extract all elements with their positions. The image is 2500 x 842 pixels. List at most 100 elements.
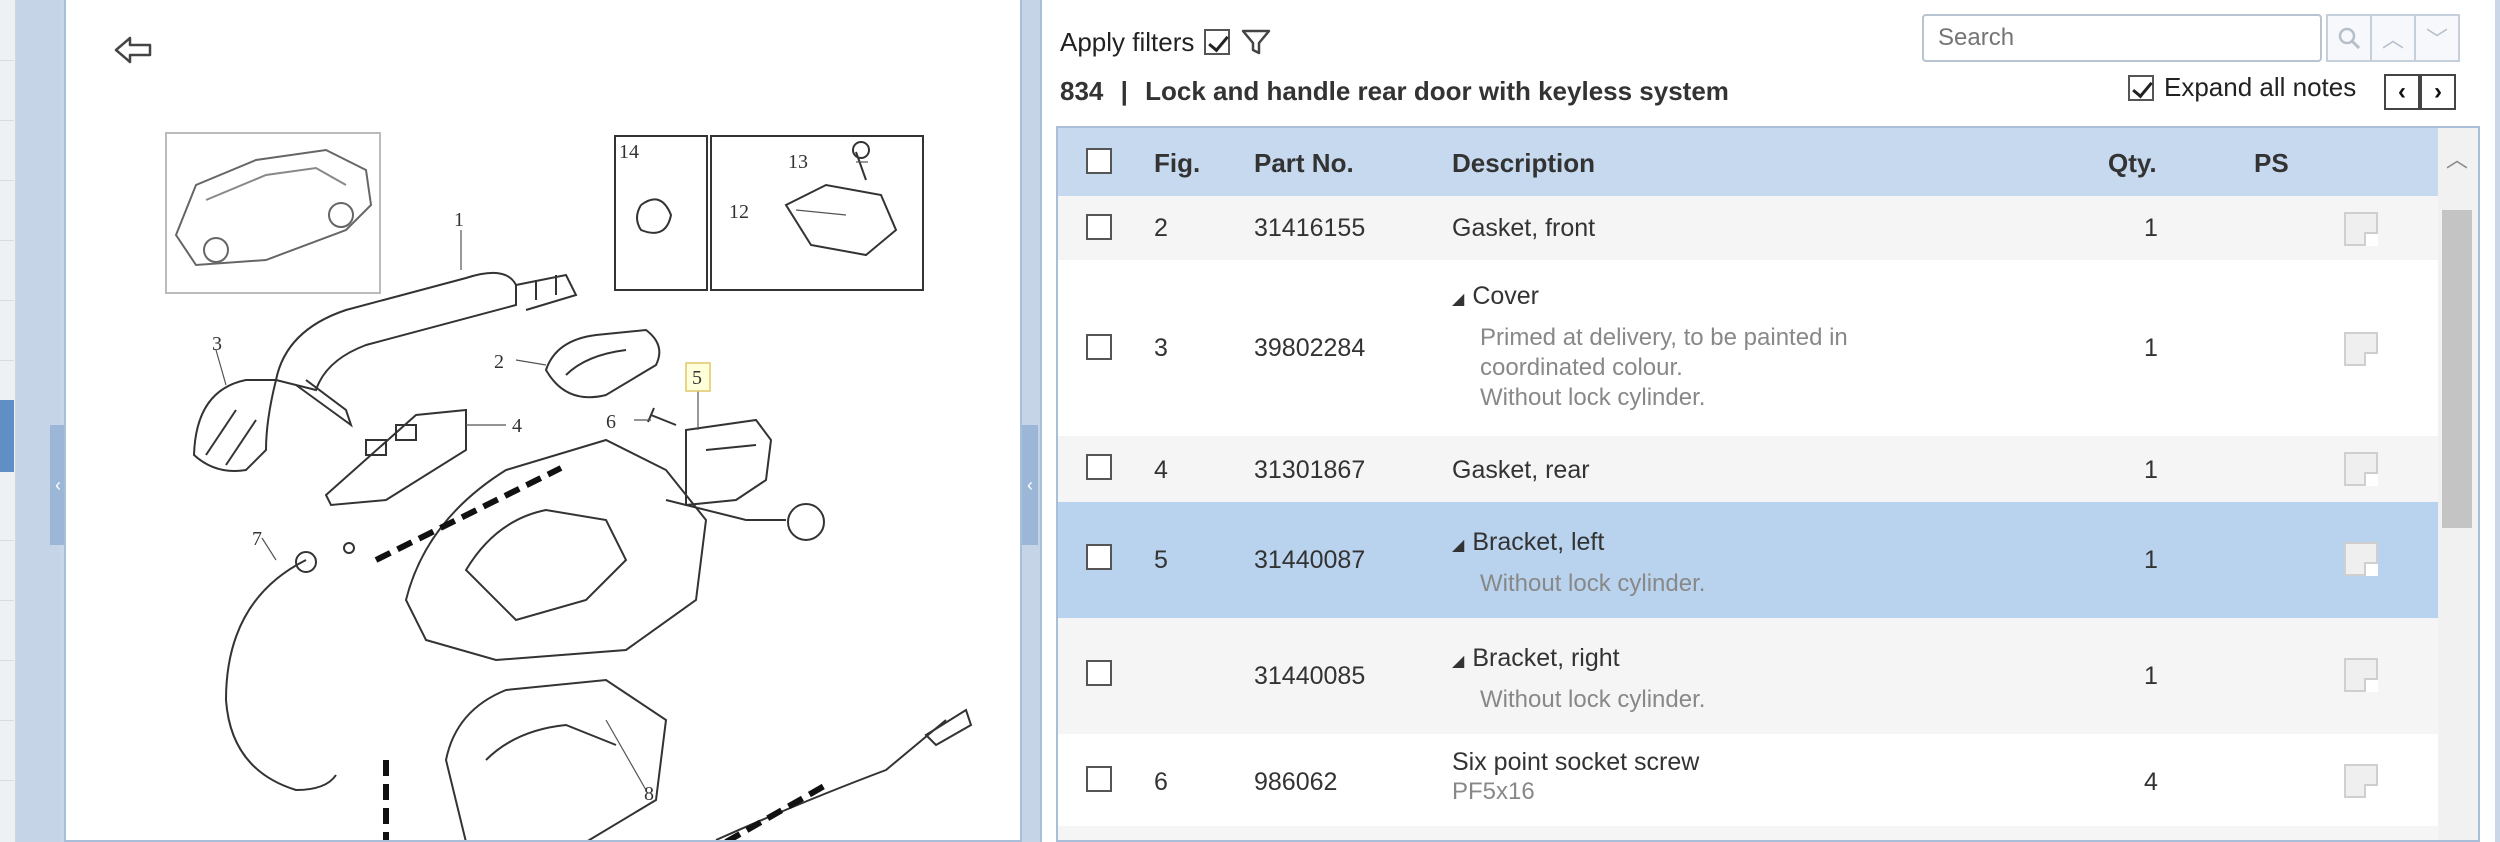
cell-fig: 2 xyxy=(1154,214,1168,242)
callout-12: 12 xyxy=(729,201,749,223)
col-part-no[interactable]: Part No. xyxy=(1254,148,1354,179)
cell-description: Gasket, front xyxy=(1452,214,1596,242)
note-icon[interactable] xyxy=(2344,542,2378,576)
parts-list-panel: Apply filters ︿ ﹀ 834 | xyxy=(1040,0,2495,842)
collapse-left-icon: ‹ xyxy=(55,474,61,495)
section-name: Lock and handle rear door with keyless s… xyxy=(1145,76,1729,106)
table-row[interactable]: 2 31416155 Gasket, front 1 xyxy=(1058,196,2440,260)
expand-triangle-icon[interactable]: ◢ xyxy=(1452,537,1464,554)
note-line: coordinated colour. xyxy=(1480,354,1683,381)
description-text: Cover xyxy=(1472,282,1539,310)
callout-1: 1 xyxy=(454,209,464,231)
cell-description: Gasket, rear xyxy=(1452,456,1590,484)
col-ps[interactable]: PS xyxy=(2254,148,2289,179)
expand-notes-label: Expand all notes xyxy=(2164,72,2357,102)
note-line: Primed at delivery, to be painted in xyxy=(1480,324,1848,351)
cell-qty: 1 xyxy=(2144,214,2158,242)
row-checkbox[interactable] xyxy=(1086,334,1112,360)
callout-3: 3 xyxy=(212,333,222,355)
callout-14: 14 xyxy=(619,141,639,163)
apply-filters-checkbox[interactable] xyxy=(1204,29,1231,55)
row-checkbox[interactable] xyxy=(1086,660,1112,686)
parts-catalog-window: ‹ 1 2 3 4 6 7 8 12 13 14 5 ‹ Apply filte… xyxy=(0,0,2500,842)
cell-description: ◢ Cover Primed at delivery, to be painted… xyxy=(1452,282,1848,413)
search-button[interactable] xyxy=(2326,14,2372,62)
expand-notes-checkbox[interactable] xyxy=(2128,74,2154,101)
parts-toolbar: Apply filters ︿ ﹀ 834 | xyxy=(1042,0,2495,120)
table-scrollbar[interactable]: ︿ xyxy=(2438,128,2478,840)
note-icon[interactable] xyxy=(2344,452,2378,486)
row-checkbox[interactable] xyxy=(1086,544,1112,570)
splitter-arrow-icon: ‹ xyxy=(1027,474,1033,495)
cell-fig: 5 xyxy=(1154,546,1168,574)
section-title: 834 | Lock and handle rear door with key… xyxy=(1060,76,1729,107)
note-icon[interactable] xyxy=(2344,212,2378,246)
search-input[interactable] xyxy=(1922,14,2322,62)
table-row[interactable]: 6 986062 Six point socket screw PF5x16 4 xyxy=(1058,734,2440,826)
cell-description: ◢ Bracket, left Without lock cylinder. xyxy=(1452,528,1705,599)
note-line: PF5x16 xyxy=(1452,778,1535,805)
cell-qty: 1 xyxy=(2144,456,2158,484)
chevron-down-icon: ﹀ xyxy=(2425,27,2448,52)
table-row[interactable]: 31440085 ◢ Bracket, right Without lock cy… xyxy=(1058,618,2440,734)
exploded-parts-diagram[interactable]: 1 2 3 4 6 7 8 12 13 14 5 xyxy=(66,0,1022,842)
apply-filters-control: Apply filters xyxy=(1060,26,1272,58)
magnifier-icon xyxy=(2338,27,2361,50)
description-text: Six point socket screw xyxy=(1452,748,1700,776)
diagram-panel: 1 2 3 4 6 7 8 12 13 14 5 xyxy=(64,0,1022,842)
callout-13: 13 xyxy=(788,151,808,173)
funnel-icon[interactable] xyxy=(1240,26,1272,58)
row-checkbox[interactable] xyxy=(1086,214,1112,240)
note-icon[interactable] xyxy=(2344,764,2378,798)
expand-triangle-icon[interactable]: ◢ xyxy=(1452,291,1464,308)
callout-8: 8 xyxy=(644,783,654,805)
col-fig[interactable]: Fig. xyxy=(1154,148,1200,179)
callout-6: 6 xyxy=(606,411,616,433)
cell-qty: 1 xyxy=(2144,546,2158,574)
cell-description: ◢ Bracket, right Without lock cylinder. xyxy=(1452,644,1705,715)
expand-triangle-icon[interactable]: ◢ xyxy=(1452,653,1464,670)
col-qty[interactable]: Qty. xyxy=(2108,148,2157,179)
parts-table: Fig. Part No. Description Qty. PS 2 3141… xyxy=(1056,126,2480,842)
previous-match-button[interactable]: ︿ xyxy=(2370,14,2416,62)
callout-5: 5 xyxy=(692,367,702,389)
note-line: Without lock cylinder. xyxy=(1480,570,1706,597)
table-row[interactable]: 3 39802284 ◢ Cover Primed at delivery, to… xyxy=(1058,260,2440,436)
cell-description: Six point socket screw PF5x16 xyxy=(1452,748,1699,807)
col-description[interactable]: Description xyxy=(1452,148,1595,179)
select-all-checkbox[interactable] xyxy=(1086,148,1112,174)
cell-part-no: 986062 xyxy=(1254,768,1338,796)
note-icon[interactable] xyxy=(2344,332,2378,366)
row-checkbox[interactable] xyxy=(1086,766,1112,792)
cell-fig: 6 xyxy=(1154,768,1168,796)
splitter-collapse-button[interactable]: ‹ xyxy=(1022,425,1038,545)
cell-part-no: 39802284 xyxy=(1254,334,1366,362)
description-text: Bracket, left xyxy=(1472,528,1605,556)
prev-section-button[interactable]: ‹ xyxy=(2384,74,2420,110)
panel-splitter[interactable]: ‹ xyxy=(1022,0,1040,842)
cell-part-no: 31440087 xyxy=(1254,546,1366,574)
chevron-up-icon: ︿ xyxy=(2381,27,2404,52)
section-number: 834 xyxy=(1060,76,1104,106)
section-nav: ‹ › xyxy=(2384,74,2456,110)
note-line: Without lock cylinder. xyxy=(1480,686,1706,713)
cell-part-no: 31416155 xyxy=(1254,214,1366,242)
expand-notes-control: Expand all notes xyxy=(2128,72,2356,103)
table-row-selected[interactable]: 5 31440087 ◢ Bracket, left Without lock c… xyxy=(1058,502,2440,618)
cell-part-no: 31301867 xyxy=(1254,456,1366,484)
left-gutter: ‹ xyxy=(16,0,66,842)
next-section-button[interactable]: › xyxy=(2420,74,2456,110)
table-row[interactable]: 4 31301867 Gasket, rear 1 xyxy=(1058,436,2440,502)
next-match-button[interactable]: ﹀ xyxy=(2414,14,2460,62)
callout-4: 4 xyxy=(512,415,522,437)
cell-qty: 1 xyxy=(2144,662,2158,690)
row-checkbox[interactable] xyxy=(1086,454,1112,480)
table-header: Fig. Part No. Description Qty. PS xyxy=(1058,128,2440,196)
cell-qty: 4 xyxy=(2144,768,2158,796)
table-row-partial xyxy=(1058,826,2440,840)
note-icon[interactable] xyxy=(2344,658,2378,692)
scroll-up-icon[interactable]: ︿ xyxy=(2442,138,2472,178)
description-text: Bracket, right xyxy=(1472,644,1620,672)
scrollbar-thumb[interactable] xyxy=(2442,210,2472,528)
callout-2: 2 xyxy=(494,351,504,373)
